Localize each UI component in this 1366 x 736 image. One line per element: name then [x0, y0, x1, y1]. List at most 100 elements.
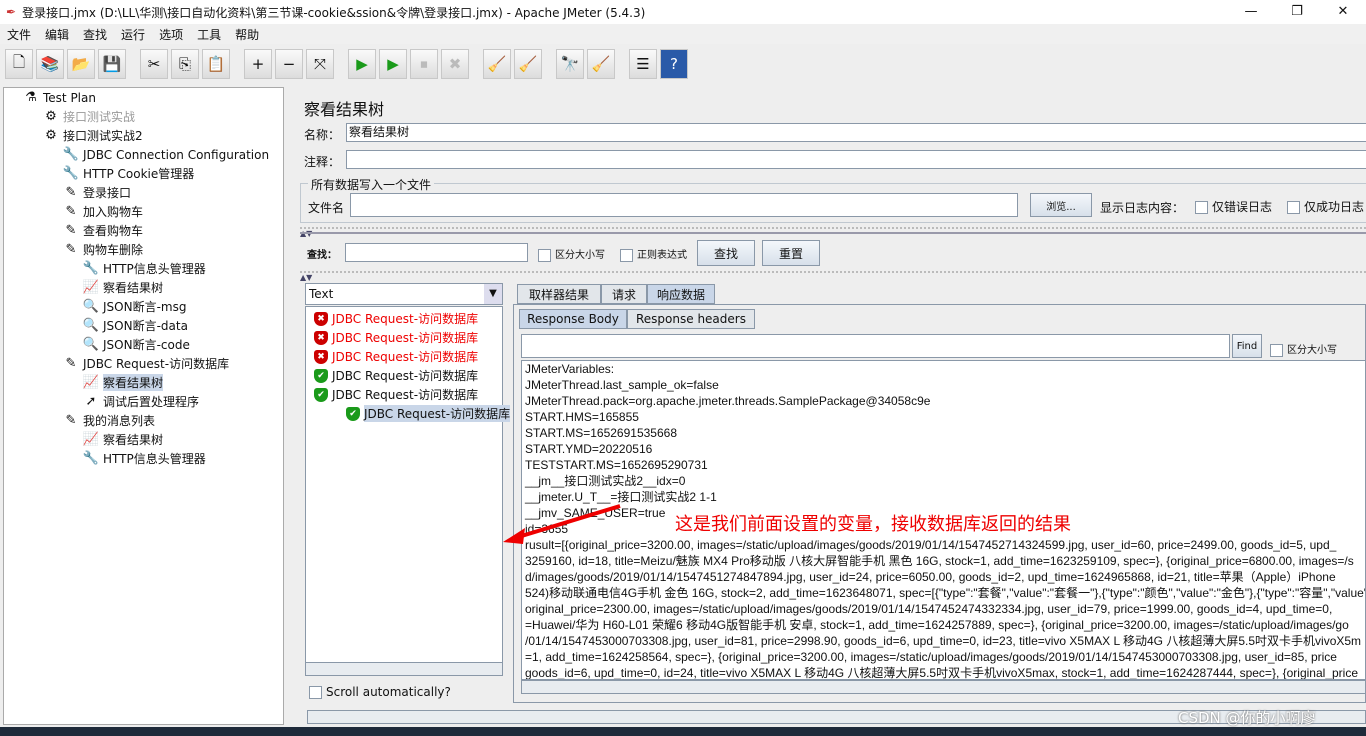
stop-icon[interactable]: ⏹: [410, 49, 438, 79]
errors-only-checkbox[interactable]: 仅错误日志: [1195, 198, 1272, 215]
success-only-label: 仅成功日志: [1304, 200, 1365, 214]
tree-node[interactable]: 🔧 HTTP信息头管理器: [82, 449, 206, 468]
tree-node[interactable]: 🔍 JSON断言-code: [82, 335, 190, 354]
collapse-icon[interactable]: −: [275, 49, 303, 79]
find-case-checkbox[interactable]: 区分大小写: [1270, 341, 1337, 357]
result-item[interactable]: ✖ JDBC Request-访问数据库: [314, 309, 478, 328]
templates-icon[interactable]: 📚: [36, 49, 64, 79]
tree-node[interactable]: ➚ 调试后置处理程序: [82, 392, 199, 411]
comment-input[interactable]: [346, 150, 1366, 169]
search-input[interactable]: [345, 243, 528, 262]
start-icon[interactable]: ▶: [348, 49, 376, 79]
result-item[interactable]: ✔ JDBC Request-访问数据库: [314, 385, 478, 404]
result-item[interactable]: ✖ JDBC Request-访问数据库: [314, 328, 478, 347]
tab-response-body[interactable]: Response Body: [519, 309, 627, 329]
menu-2[interactable]: 查找: [76, 26, 114, 43]
reset-search-icon[interactable]: 🧹: [587, 49, 615, 79]
result-item[interactable]: ✔ JDBC Request-访问数据库: [346, 404, 511, 423]
body-line: 3259160, id=18, title=Meizu/魅族 MX4 Pro移动…: [525, 554, 1354, 568]
success-shield-icon: ✔: [346, 406, 360, 421]
splitter-handle-2[interactable]: ▲▼: [300, 271, 1366, 282]
name-input[interactable]: 察看结果树: [346, 123, 1366, 142]
scroll-automatically-checkbox[interactable]: Scroll automatically?: [309, 685, 451, 699]
menu-3[interactable]: 运行: [114, 26, 152, 43]
result-item[interactable]: ✖ JDBC Request-访问数据库: [314, 347, 478, 366]
tree-node-label: JDBC Request-访问数据库: [83, 357, 230, 371]
tree-node[interactable]: ✎ 登录接口: [62, 183, 131, 202]
gear-icon: ⚙: [45, 128, 57, 143]
paste-icon[interactable]: 📋: [202, 49, 230, 79]
tree-node[interactable]: 🔍 JSON断言-data: [82, 316, 188, 335]
start-no-pause-icon[interactable]: ▶: [379, 49, 407, 79]
body-horizontal-scrollbar[interactable]: [521, 680, 1366, 694]
tree-node[interactable]: ✎ 我的消息列表: [62, 411, 155, 430]
tree-node[interactable]: 📈 察看结果树: [82, 278, 163, 297]
error-shield-icon: ✖: [314, 311, 328, 326]
search-button[interactable]: 查找: [697, 240, 755, 266]
case-sensitive-label: 区分大小写: [555, 250, 605, 261]
toggle-icon[interactable]: ⤧: [306, 49, 334, 79]
file-group-label: 所有数据写入一个文件: [308, 176, 435, 193]
expand-icon[interactable]: +: [244, 49, 272, 79]
new-icon[interactable]: 🗋: [5, 49, 33, 79]
menu-4[interactable]: 选项: [152, 26, 190, 43]
results-list: ✖ JDBC Request-访问数据库 ✖ JDBC Request-访问数据库 ✖ J…: [305, 306, 511, 676]
tab-sampler-result[interactable]: 取样器结果: [517, 284, 601, 304]
renderer-select[interactable]: Text ▼: [305, 283, 503, 305]
find-button[interactable]: Find: [1232, 334, 1262, 358]
success-only-checkbox[interactable]: 仅成功日志: [1287, 198, 1364, 215]
tree-node[interactable]: ⚗ Test Plan: [22, 88, 96, 107]
tree-node[interactable]: ✎ JDBC Request-访问数据库: [62, 354, 230, 373]
regex-checkbox[interactable]: 正则表达式: [620, 246, 687, 262]
tab-response-headers[interactable]: Response headers: [627, 309, 755, 329]
tab-response-data[interactable]: 响应数据: [647, 284, 715, 304]
minimize-button[interactable]: —: [1228, 0, 1274, 24]
shutdown-icon[interactable]: ✖: [441, 49, 469, 79]
annotation-text: 这是我们前面设置的变量，接收数据库返回的结果: [675, 514, 1071, 535]
tree-node[interactable]: 📈 察看结果树: [82, 373, 164, 392]
menu-6[interactable]: 帮助: [228, 26, 266, 43]
menu-5[interactable]: 工具: [190, 26, 228, 43]
clear-all-icon[interactable]: 🧹: [514, 49, 542, 79]
result-item[interactable]: ✔ JDBC Request-访问数据库: [314, 366, 478, 385]
tree-node[interactable]: 📈 察看结果树: [82, 430, 163, 449]
tree-node[interactable]: 🔧 HTTP信息头管理器: [82, 259, 206, 278]
clear-icon[interactable]: 🧹: [483, 49, 511, 79]
dropdown-arrow-icon[interactable]: ▼: [484, 284, 502, 304]
cut-icon[interactable]: ✂: [140, 49, 168, 79]
tree-node[interactable]: ✎ 加入购物车: [62, 202, 143, 221]
tree-node-label: HTTP Cookie管理器: [83, 167, 195, 181]
result-label: JDBC Request-访问数据库: [332, 350, 479, 364]
tree-node-label: 我的消息列表: [83, 414, 156, 428]
tree-node[interactable]: ✎ 查看购物车: [62, 221, 143, 240]
find-input[interactable]: [521, 334, 1230, 358]
tree-node[interactable]: 🔧 HTTP Cookie管理器: [62, 164, 194, 183]
menu-1[interactable]: 编辑: [38, 26, 76, 43]
open-icon[interactable]: 📂: [67, 49, 95, 79]
copy-icon[interactable]: ⎘: [171, 49, 199, 79]
name-label: 名称：: [304, 128, 341, 142]
pipette-icon: ✎: [65, 242, 77, 257]
file-name-input[interactable]: [350, 193, 1018, 217]
browse-button[interactable]: 浏览...: [1030, 193, 1092, 217]
tree-node[interactable]: 🔍 JSON断言-msg: [82, 297, 187, 316]
reset-button[interactable]: 重置: [762, 240, 820, 266]
tree-node[interactable]: 🔧 JDBC Connection Configuration: [62, 145, 269, 164]
search-icon[interactable]: 🔭: [556, 49, 584, 79]
save-icon[interactable]: 💾: [98, 49, 126, 79]
tree-node[interactable]: ⚙ 接口测试实战2: [42, 126, 143, 145]
app-icon: ✒: [6, 5, 17, 19]
maximize-button[interactable]: ❐: [1274, 0, 1320, 24]
tab-request[interactable]: 请求: [601, 284, 647, 304]
menu-0[interactable]: 文件: [0, 26, 38, 43]
help-icon[interactable]: ?: [660, 49, 688, 79]
case-sensitive-checkbox[interactable]: 区分大小写: [538, 246, 605, 262]
tree-node[interactable]: ⚙ 接口测试实战: [42, 107, 135, 126]
tree-node-label: 购物车删除: [83, 243, 144, 257]
results-horizontal-scrollbar[interactable]: [305, 662, 503, 676]
close-button[interactable]: ✕: [1320, 0, 1366, 24]
tree-node-label: 接口测试实战2: [63, 129, 143, 143]
tree-node[interactable]: ✎ 购物车删除: [62, 240, 143, 259]
function-helper-icon[interactable]: ☰: [629, 49, 657, 79]
body-line: =1, add_time=1624258564, spec=}, {origin…: [525, 650, 1337, 664]
